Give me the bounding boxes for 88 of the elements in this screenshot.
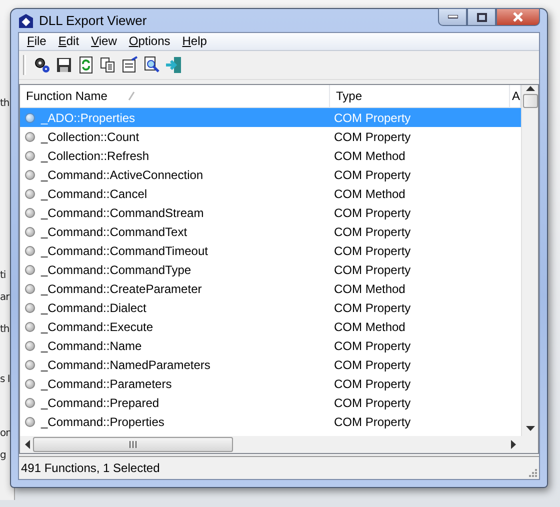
menu-item[interactable]: Edit: [52, 33, 86, 50]
column-header[interactable]: A: [512, 89, 520, 103]
table-row[interactable]: _Command::Parameters COM Property: [20, 374, 521, 393]
table-cell: _Command::Dialect: [41, 300, 146, 314]
scroll-up-icon[interactable]: [526, 85, 534, 92]
table-cell-text: COM Property: [333, 414, 411, 428]
menu-item[interactable]: Help: [176, 33, 213, 50]
table-cell-text: COM Property: [333, 244, 411, 258]
menu-item[interactable]: Options: [122, 33, 176, 50]
table-cell-text: COM Property: [333, 110, 411, 124]
table-row[interactable]: _Command::Execute COM Method: [20, 317, 521, 336]
table-row[interactable]: _Command::CommandTimeout COM Property: [20, 241, 521, 260]
refresh-icon[interactable]: [77, 56, 95, 74]
background-text: th: [0, 98, 10, 110]
column-header[interactable]: Function Name: [26, 89, 108, 103]
table-cell-text: COM Property: [333, 224, 411, 238]
copy-icon[interactable]: [99, 56, 117, 74]
table-row[interactable]: _Command::Cancel COM Method: [20, 184, 521, 203]
table-row[interactable]: _Command::Properties COM Property: [20, 412, 521, 431]
properties-icon[interactable]: [121, 56, 139, 74]
menu-item[interactable]: View: [85, 33, 123, 50]
scroll-right-icon[interactable]: [511, 440, 517, 449]
table-cell-text: COM Property: [333, 206, 411, 220]
background-text: g: [0, 450, 6, 462]
table-row[interactable]: _Command::CommandStream COM Property: [20, 203, 521, 222]
scrollbar-thumb[interactable]: [33, 437, 233, 452]
table-cell: _Command::Prepared: [41, 396, 160, 410]
table-cell-text: COM Property: [333, 376, 411, 390]
table-row[interactable]: _Collection::Refresh COM Method: [20, 146, 521, 165]
table-cell-text: COM Property: [333, 262, 411, 276]
table-cell-text: COM Property: [333, 300, 411, 314]
table-row[interactable]: _Command::CommandType COM Property: [20, 260, 521, 279]
table-row[interactable]: _Command::Prepared COM Property: [20, 393, 521, 412]
maximize-button[interactable]: [467, 8, 496, 26]
table-row[interactable]: _Command::ActiveConnection COM Property: [20, 165, 521, 184]
close-button[interactable]: [496, 8, 540, 26]
background-text: ar: [0, 292, 10, 304]
table-cell-text: COM Method: [333, 148, 406, 162]
table-cell: _Command::CreateParameter: [41, 282, 202, 296]
background-text: s I: [0, 374, 10, 386]
maximize-icon: [476, 12, 486, 22]
table-row[interactable]: _Command::Name COM Property: [20, 336, 521, 355]
table-cell-text: COM Property: [333, 338, 411, 352]
table-cell: _Command::Execute: [41, 320, 154, 334]
table-row[interactable]: _Command::CreateParameter COM Method: [20, 279, 521, 298]
resize-grip-icon[interactable]: [527, 467, 537, 477]
table-cell: _Command::CommandType: [41, 262, 192, 276]
table-cell: _Collection::Refresh: [41, 148, 150, 162]
table-cell: _Command::CommandStream: [41, 206, 204, 220]
table-cell-text: COM Property: [333, 358, 411, 372]
table-cell-text: COM Property: [333, 396, 411, 410]
table-cell: _Command::ActiveConnection: [41, 168, 204, 182]
table-cell-text: COM Method: [333, 282, 406, 296]
table-cell: _Command::Properties: [41, 414, 164, 428]
column-header[interactable]: Type: [336, 89, 362, 103]
table-cell: _Command::NamedParameters: [41, 358, 210, 372]
table-cell: _Command::Parameters: [41, 376, 172, 390]
search-icon[interactable]: [143, 56, 161, 74]
table-row[interactable]: _Command::CommandText COM Property: [20, 222, 521, 241]
grip-icon: [129, 441, 137, 448]
table-row[interactable]: _Command::NamedParameters COM Property: [20, 355, 521, 374]
table-cell: _Collection::Count: [41, 130, 140, 144]
scroll-left-icon[interactable]: [24, 440, 30, 449]
table-row[interactable]: _Command::Dialect COM Property: [20, 298, 521, 317]
minimize-button[interactable]: [438, 8, 467, 26]
background-text: th: [0, 324, 10, 336]
table-cell-text: COM Method: [333, 186, 406, 200]
table-cell-text: COM Method: [333, 320, 406, 334]
table-cell: _Command::CommandTimeout: [41, 244, 208, 258]
table-row[interactable]: _Collection::Count COM Property: [20, 127, 521, 146]
close-icon: [512, 12, 524, 22]
background-text: ti: [0, 270, 6, 282]
menu-item[interactable]: File: [21, 33, 52, 50]
exit-icon[interactable]: [165, 56, 183, 74]
table-cell: _ADO::Properties: [41, 110, 136, 124]
app-icon: [18, 12, 34, 28]
table-cell: _Command::Name: [41, 338, 142, 352]
table-cell-text: COM Property: [333, 130, 411, 144]
window-title: DLL Export Viewer: [39, 13, 147, 28]
table-cell-text: COM Property: [333, 168, 411, 182]
save-icon[interactable]: [55, 56, 73, 74]
minimize-icon: [448, 15, 458, 19]
gears-icon[interactable]: [33, 56, 51, 74]
table-cell: _Command::CommandText: [41, 224, 188, 238]
status-text: 491 Functions, 1 Selected: [21, 461, 160, 475]
scrollbar-thumb[interactable]: [522, 94, 538, 108]
scroll-down-icon[interactable]: [526, 425, 534, 432]
table-cell: _Command::Cancel: [41, 186, 148, 200]
